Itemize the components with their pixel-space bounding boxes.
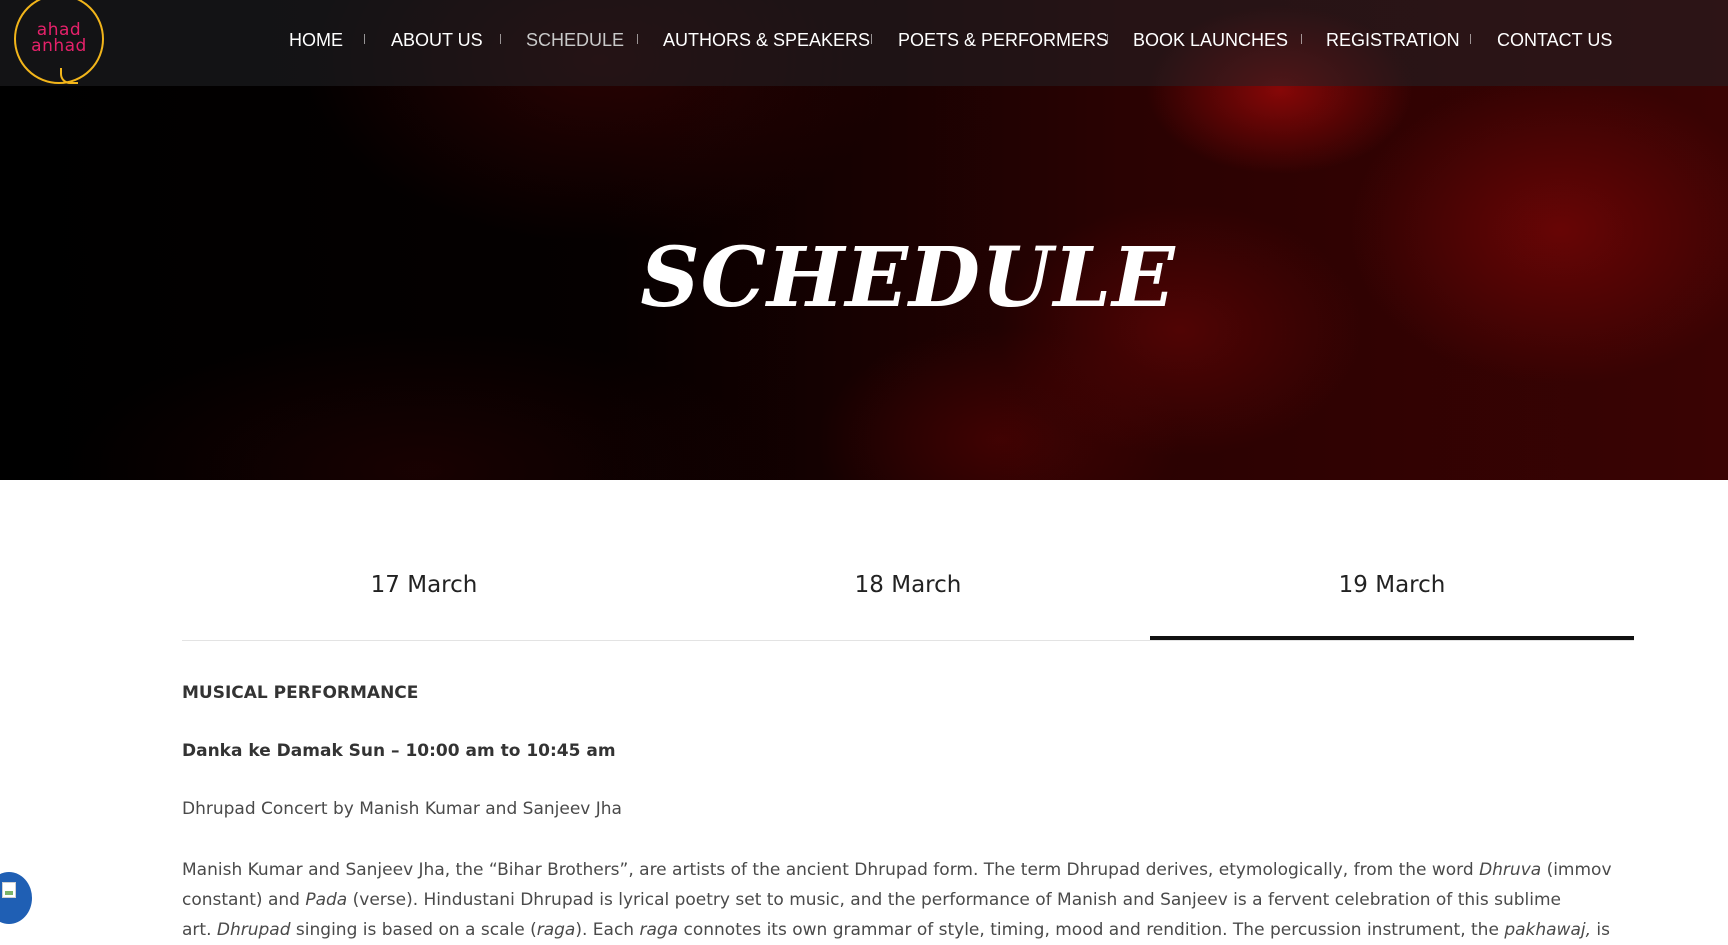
description-text: (immoveable or xyxy=(1546,860,1612,880)
description-italic: raga xyxy=(639,920,679,940)
nav-item-registration[interactable]: REGISTRATION xyxy=(1326,29,1460,51)
description-italic: raga xyxy=(536,920,576,940)
description-line: constant) and Pada (verse). Hindustani D… xyxy=(182,885,1612,915)
nav-item-authors-speakers[interactable]: AUTHORS & SPEAKERS xyxy=(663,29,870,51)
description-italic: Dhrupad xyxy=(216,920,291,940)
event-subtitle: Dhrupad Concert by Manish Kumar and Sanj… xyxy=(182,799,622,819)
tab-19-march[interactable]: 19 March xyxy=(1150,540,1634,640)
nav-separator xyxy=(1107,34,1108,44)
top-navbar: ahad anhad HOME ABOUT US SCHEDULE AUTHOR… xyxy=(0,0,1728,86)
description-text: ). Each xyxy=(575,920,640,940)
main-nav: HOME ABOUT US SCHEDULE AUTHORS & SPEAKER… xyxy=(0,0,1728,80)
event-title: Danka ke Damak Sun – 10:00 am to 10:45 a… xyxy=(182,741,616,761)
broken-image-icon xyxy=(2,882,16,898)
page-title: SCHEDULE xyxy=(640,230,1176,326)
description-text: constant) and xyxy=(182,890,306,910)
nav-item-home[interactable]: HOME xyxy=(289,29,343,51)
event-description: Manish Kumar and Sanjeev Jha, the “Bihar… xyxy=(182,855,1612,945)
nav-item-schedule[interactable]: SCHEDULE xyxy=(526,29,624,51)
tab-18-march[interactable]: 18 March xyxy=(666,540,1150,640)
section-heading: MUSICAL PERFORMANCE xyxy=(182,683,419,703)
nav-separator xyxy=(500,34,501,44)
nav-separator xyxy=(1301,34,1302,44)
nav-item-about-us[interactable]: ABOUT US xyxy=(391,29,483,51)
nav-separator xyxy=(364,34,365,44)
nav-separator xyxy=(1470,34,1471,44)
description-text: Manish Kumar and Sanjeev Jha, the “Bihar… xyxy=(182,860,1480,880)
hero-banner: ahad anhad HOME ABOUT US SCHEDULE AUTHOR… xyxy=(0,0,1728,480)
tab-17-march[interactable]: 17 March xyxy=(182,540,666,640)
nav-item-contact-us[interactable]: CONTACT US xyxy=(1497,29,1612,51)
nav-separator xyxy=(871,34,872,44)
description-line: art. Dhrupad singing is based on a scale… xyxy=(182,915,1612,945)
description-italic: Dhruva xyxy=(1479,860,1542,880)
description-italic: Pada xyxy=(305,890,348,910)
nav-separator xyxy=(637,34,638,44)
active-tab-indicator xyxy=(1150,636,1634,640)
description-text: is xyxy=(1591,920,1610,940)
description-text: singing is based on a scale ( xyxy=(290,920,537,940)
floating-widget-button[interactable] xyxy=(0,872,32,924)
date-tabs: 17 March 18 March 19 March xyxy=(182,540,1634,641)
description-text: (verse). Hindustani Dhrupad is lyrical p… xyxy=(347,890,1562,910)
nav-item-book-launches[interactable]: BOOK LAUNCHES xyxy=(1133,29,1288,51)
nav-item-poets-performers[interactable]: POETS & PERFORMERS xyxy=(898,29,1108,51)
description-line: Manish Kumar and Sanjeev Jha, the “Bihar… xyxy=(182,855,1612,885)
description-italic: pakhawaj, xyxy=(1504,920,1592,940)
description-text: art. xyxy=(182,920,217,940)
description-text: connotes its own grammar of style, timin… xyxy=(678,920,1505,940)
